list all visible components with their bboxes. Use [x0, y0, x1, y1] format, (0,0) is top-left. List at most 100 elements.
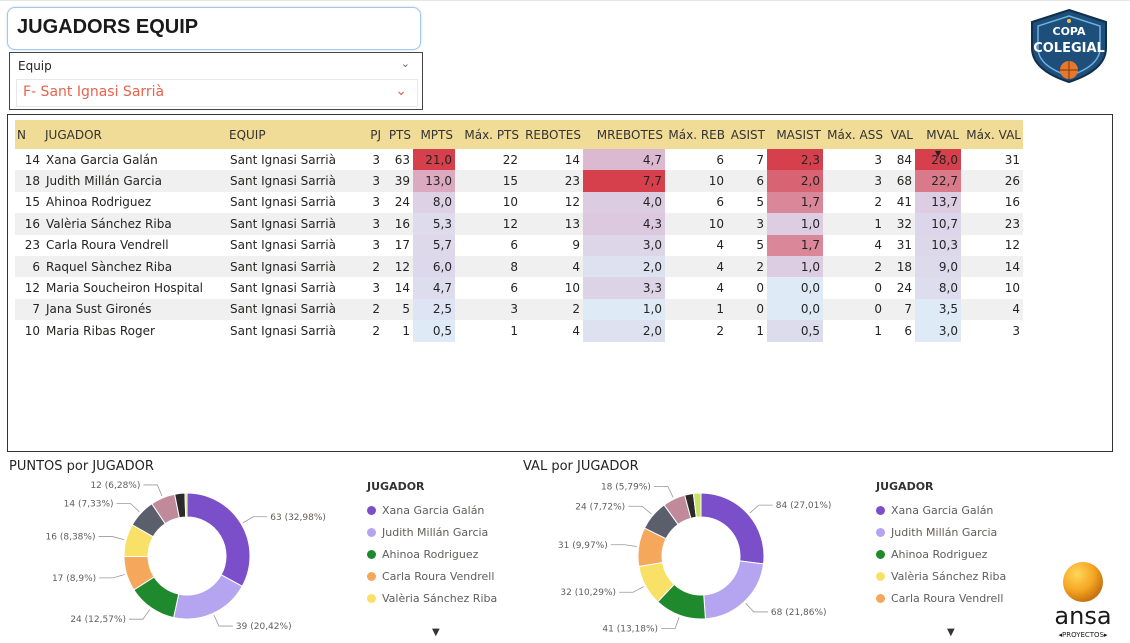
- donut-slice[interactable]: [700, 492, 765, 565]
- legend-item-label: Judith Millán Garcia: [891, 525, 998, 539]
- cell-max-val: 14: [961, 255, 1023, 278]
- cell-mrebotes: 3,0: [583, 234, 665, 256]
- cell-masist: 1,0: [767, 255, 823, 278]
- table-row[interactable]: 15 Ahinoa Rodriguez Sant Ignasi Sarrià 3 24 8…: [15, 191, 1023, 214]
- cell-equip: Sant Ignasi Sarrià: [227, 320, 363, 342]
- col-header-max-val[interactable]: Máx. VAL: [961, 120, 1023, 149]
- donut-slice[interactable]: [703, 560, 765, 620]
- legend-color-dot: [876, 593, 885, 603]
- legend-color-dot: [367, 549, 376, 559]
- chart-title-val: VAL por JUGADOR: [523, 459, 639, 474]
- legend-item-label: Judith Millán Garcia: [382, 525, 489, 539]
- legend-item[interactable]: Valèria Sánchez Riba: [367, 587, 517, 609]
- slice-label-leader: [99, 574, 125, 579]
- cell-pts: 24: [383, 191, 413, 214]
- cell-equip: Sant Ignasi Sarrià: [227, 191, 363, 214]
- legend-item[interactable]: Ahinoa Rodriguez: [367, 543, 517, 565]
- col-header-n[interactable]: N: [15, 120, 43, 149]
- page-title-box: JUGADORS EQUIP: [7, 7, 421, 50]
- legend-item[interactable]: Carla Roura Vendrell: [367, 565, 517, 587]
- col-header-asist[interactable]: ASIST: [727, 120, 767, 149]
- cell-rebotes: 9: [521, 234, 583, 256]
- legend-item[interactable]: Carla Roura Vendrell: [876, 587, 1026, 609]
- cell-max-pts: 3: [455, 298, 521, 321]
- table-row[interactable]: 12 Maria Soucheiron Hospital Sant Ignasi S…: [15, 277, 1023, 299]
- donut-slice[interactable]: [186, 492, 251, 587]
- legend-item[interactable]: Xana Garcia Galán: [367, 499, 517, 521]
- slicer-dropdown[interactable]: F- Sant Ignasi Sarrià ⌄: [16, 79, 418, 107]
- cell-n: 14: [15, 149, 43, 171]
- col-header-masist[interactable]: MASIST: [767, 120, 823, 149]
- legend-item[interactable]: Judith Millán Garcia: [367, 521, 517, 543]
- team-slicer[interactable]: Equip ⌄ F- Sant Ignasi Sarrià ⌄: [9, 52, 423, 110]
- legend-item[interactable]: Ahinoa Rodriguez: [876, 543, 1026, 565]
- cell-pj: 3: [363, 234, 383, 256]
- cell-n: 16: [15, 213, 43, 235]
- cell-masist: 1,0: [767, 213, 823, 235]
- donut-slice[interactable]: [173, 574, 243, 620]
- legend-item[interactable]: Valèria Sánchez Riba: [876, 565, 1026, 587]
- legend-title: JUGADOR: [876, 480, 934, 493]
- cell-mrebotes: 4,0: [583, 191, 665, 214]
- cell-val: 18: [885, 255, 915, 278]
- col-header-val[interactable]: VAL: [885, 120, 915, 149]
- table-row[interactable]: 7 Jana Sust Gironés Sant Ignasi Sarrià 2 5 2,…: [15, 298, 1023, 321]
- cell-asist: 5: [727, 234, 767, 256]
- cell-max-reb: 2: [665, 320, 727, 342]
- cell-asist: 0: [727, 298, 767, 321]
- chevron-down-icon[interactable]: ⌄: [401, 57, 410, 70]
- cell-equip: Sant Ignasi Sarrià: [227, 234, 363, 256]
- donut-chart-puntos[interactable]: 63 (32,98%) 39 (20,42%) 24 (12,57%) 17 (8,9…: [0, 478, 360, 643]
- cell-mpts: 6,0: [413, 255, 455, 278]
- col-header-pts[interactable]: PTS: [383, 120, 413, 149]
- legend-item[interactable]: Xana Garcia Galán: [876, 499, 1026, 521]
- col-header-max-reb[interactable]: Máx. REB: [665, 120, 727, 149]
- cell-max-pts: 15: [455, 170, 521, 192]
- col-header-mval[interactable]: MVAL: [915, 120, 961, 149]
- cell-rebotes: 23: [521, 170, 583, 192]
- cell-jugador: Maria Soucheiron Hospital: [43, 277, 227, 299]
- cell-masist: 0,5: [767, 320, 823, 342]
- cell-rebotes: 2: [521, 298, 583, 321]
- table-row[interactable]: 14 Xana Garcia Galán Sant Ignasi Sarrià 3 63…: [15, 149, 1023, 171]
- col-header-equip[interactable]: EQUIP: [227, 120, 363, 149]
- col-header-mrebotes[interactable]: MREBOTES: [583, 120, 665, 149]
- table-row[interactable]: 18 Judith Millán Garcia Sant Ignasi Sarrià…: [15, 170, 1023, 192]
- cell-pj: 2: [363, 255, 383, 278]
- table-header-row: N JUGADOR EQUIP PJ PTS MPTS Máx. PTS REB…: [15, 120, 1023, 149]
- cell-mval: 9,0: [915, 255, 961, 278]
- cell-rebotes: 4: [521, 320, 583, 342]
- cell-equip: Sant Ignasi Sarrià: [227, 255, 363, 278]
- chevron-down-icon[interactable]: ⌄: [395, 83, 407, 99]
- table-row[interactable]: 6 Raquel Sànchez Riba Sant Ignasi Sarrià 2 1…: [15, 255, 1023, 278]
- cell-max-ass: 0: [823, 277, 885, 299]
- cell-pts: 16: [383, 213, 413, 235]
- cell-max-reb: 10: [665, 170, 727, 192]
- col-header-mpts[interactable]: MPTS: [413, 120, 455, 149]
- table-row[interactable]: 10 Maria Ribas Roger Sant Ignasi Sarrià 2 1 0…: [15, 320, 1023, 342]
- donut-slice[interactable]: [184, 492, 188, 518]
- slice-data-label: 32 (10,29%): [560, 588, 616, 598]
- sort-descending-icon[interactable]: ▼: [935, 149, 941, 158]
- legend-color-dot: [367, 527, 376, 537]
- cell-mpts: 13,0: [413, 170, 455, 192]
- donut-chart-val[interactable]: 84 (27,01%) 68 (21,86%) 41 (13,18%) 32 (10,…: [515, 478, 875, 643]
- col-header-max-pts[interactable]: Máx. PTS: [455, 120, 521, 149]
- legend-item[interactable]: Judith Millán Garcia: [876, 521, 1026, 543]
- table-row[interactable]: 23 Carla Roura Vendrell Sant Ignasi Sarrià…: [15, 234, 1023, 256]
- col-header-pj[interactable]: PJ: [363, 120, 383, 149]
- cell-equip: Sant Ignasi Sarrià: [227, 298, 363, 321]
- slice-label-leader: [143, 484, 163, 497]
- col-header-rebotes[interactable]: REBOTES: [521, 120, 583, 149]
- legend-puntos: JUGADOR Xana Garcia Galán Judith Millán G…: [367, 480, 517, 609]
- slice-data-label: 41 (13,18%): [602, 625, 658, 635]
- table-row[interactable]: 16 Valèria Sánchez Riba Sant Ignasi Sarrià…: [15, 213, 1023, 235]
- cell-masist: 1,7: [767, 234, 823, 256]
- slice-data-label: 14 (7,33%): [64, 500, 114, 510]
- cell-masist: 0,0: [767, 298, 823, 321]
- col-header-jugador[interactable]: JUGADOR: [43, 120, 227, 149]
- legend-item-label: Xana Garcia Galán: [382, 503, 485, 517]
- cell-pts: 63: [383, 149, 413, 171]
- legend-item-label: Carla Roura Vendrell: [891, 591, 1004, 605]
- col-header-max-ass[interactable]: Máx. ASS: [823, 120, 885, 149]
